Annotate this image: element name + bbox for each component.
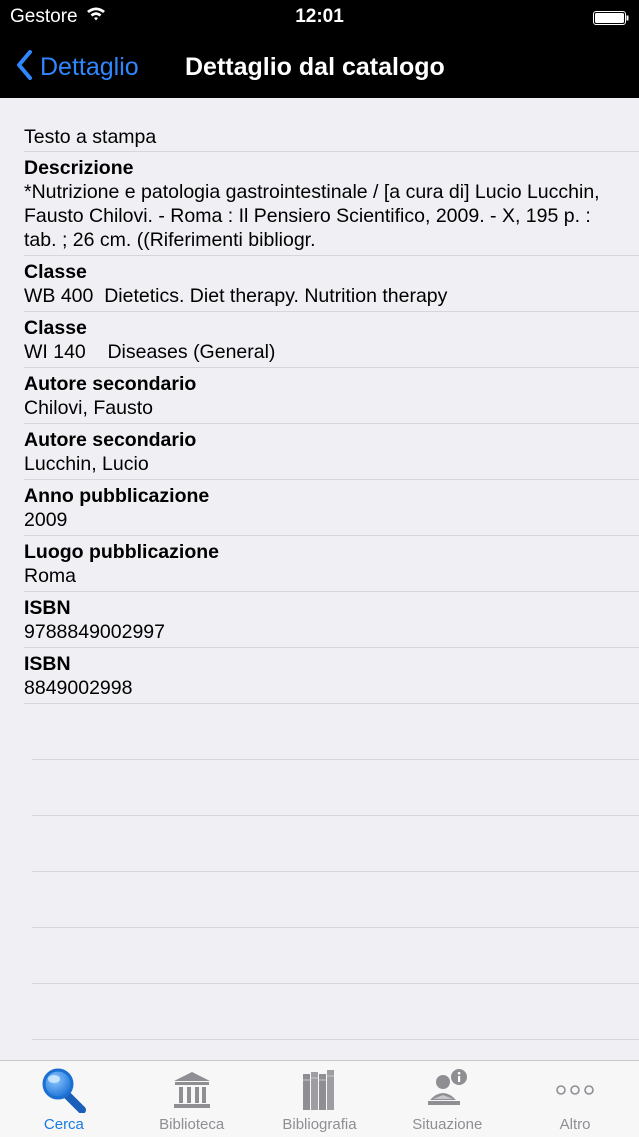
field-row: Classe WI 140 Diseases (General) <box>24 312 639 368</box>
field-value: Roma <box>24 565 77 587</box>
back-button-label: Dettaglio <box>40 52 139 81</box>
tab-cerca[interactable]: Cerca <box>0 1061 128 1137</box>
field-row: Anno pubblicazione 2009 <box>24 480 639 536</box>
empty-row <box>32 872 639 928</box>
field-label: Autore secondario <box>24 373 197 395</box>
clock: 12:01 <box>295 6 344 27</box>
field-value: 8849002998 <box>24 677 133 699</box>
empty-row <box>32 704 639 760</box>
navigation-bar: Dettaglio Dettaglio dal catalogo <box>0 34 639 98</box>
field-label: Classe <box>24 261 87 283</box>
tab-label: Biblioteca <box>159 1116 225 1133</box>
field-value: 9788849002997 <box>24 621 165 643</box>
record-type-row: Testo a stampa <box>24 120 639 152</box>
field-row: ISBN 9788849002997 <box>24 592 639 648</box>
status-bar: Gestore 12:01 <box>0 0 639 34</box>
field-row: ISBN 8849002998 <box>24 648 639 704</box>
tab-label: Altro <box>559 1116 591 1133</box>
empty-row <box>32 760 639 816</box>
field-label: Luogo pubblicazione <box>24 541 219 563</box>
empty-row <box>32 984 639 1040</box>
tab-bibliografia[interactable]: Bibliografia <box>256 1061 384 1137</box>
record-type: Testo a stampa <box>24 126 157 148</box>
field-row: Autore secondario Lucchin, Lucio <box>24 424 639 480</box>
field-value: WI 140 Diseases (General) <box>24 341 276 363</box>
field-value: *Nutrizione e patologia gastrointestinal… <box>24 181 606 251</box>
page-title: Dettaglio dal catalogo <box>185 53 445 81</box>
empty-row <box>32 1040 639 1060</box>
books-icon <box>256 1067 384 1113</box>
library-icon <box>128 1067 256 1113</box>
tab-biblioteca[interactable]: Biblioteca <box>128 1061 256 1137</box>
empty-row <box>32 816 639 872</box>
empty-row <box>32 928 639 984</box>
more-icon <box>511 1067 639 1113</box>
field-label: ISBN <box>24 597 71 619</box>
detail-content[interactable]: Testo a stampa Descrizione *Nutrizione e … <box>0 98 639 1060</box>
field-value: WB 400 Dietetics. Diet therapy. Nutritio… <box>24 285 448 307</box>
field-label: Anno pubblicazione <box>24 485 210 507</box>
field-label: Autore secondario <box>24 429 197 451</box>
back-button[interactable]: Dettaglio <box>16 49 139 85</box>
record-detail-list: Testo a stampa Descrizione *Nutrizione e … <box>0 98 639 1060</box>
field-row: Luogo pubblicazione Roma <box>24 536 639 592</box>
battery-icon <box>593 9 629 25</box>
record-fields: Descrizione *Nutrizione e patologia gastr… <box>0 152 639 704</box>
field-row: Autore secondario Chilovi, Fausto <box>24 368 639 424</box>
reader-info-icon <box>383 1067 511 1113</box>
search-icon <box>0 1067 128 1113</box>
field-label: Descrizione <box>24 157 134 179</box>
field-value: Chilovi, Fausto <box>24 397 153 419</box>
tab-bar: Cerca Biblioteca Bibliografia Situazione… <box>0 1060 639 1137</box>
field-label: ISBN <box>24 653 71 675</box>
field-row: Descrizione *Nutrizione e patologia gastr… <box>24 152 639 256</box>
tab-altro[interactable]: Altro <box>511 1061 639 1137</box>
tab-label: Bibliografia <box>282 1116 357 1133</box>
tab-label: Situazione <box>412 1116 483 1133</box>
field-row: Classe WB 400 Dietetics. Diet therapy. Nu… <box>24 256 639 312</box>
field-value: 2009 <box>24 509 68 531</box>
tab-situazione[interactable]: Situazione <box>383 1061 511 1137</box>
chevron-left-icon <box>16 49 32 85</box>
field-label: Classe <box>24 317 87 339</box>
field-value: Lucchin, Lucio <box>24 453 149 475</box>
tab-label: Cerca <box>43 1116 84 1133</box>
